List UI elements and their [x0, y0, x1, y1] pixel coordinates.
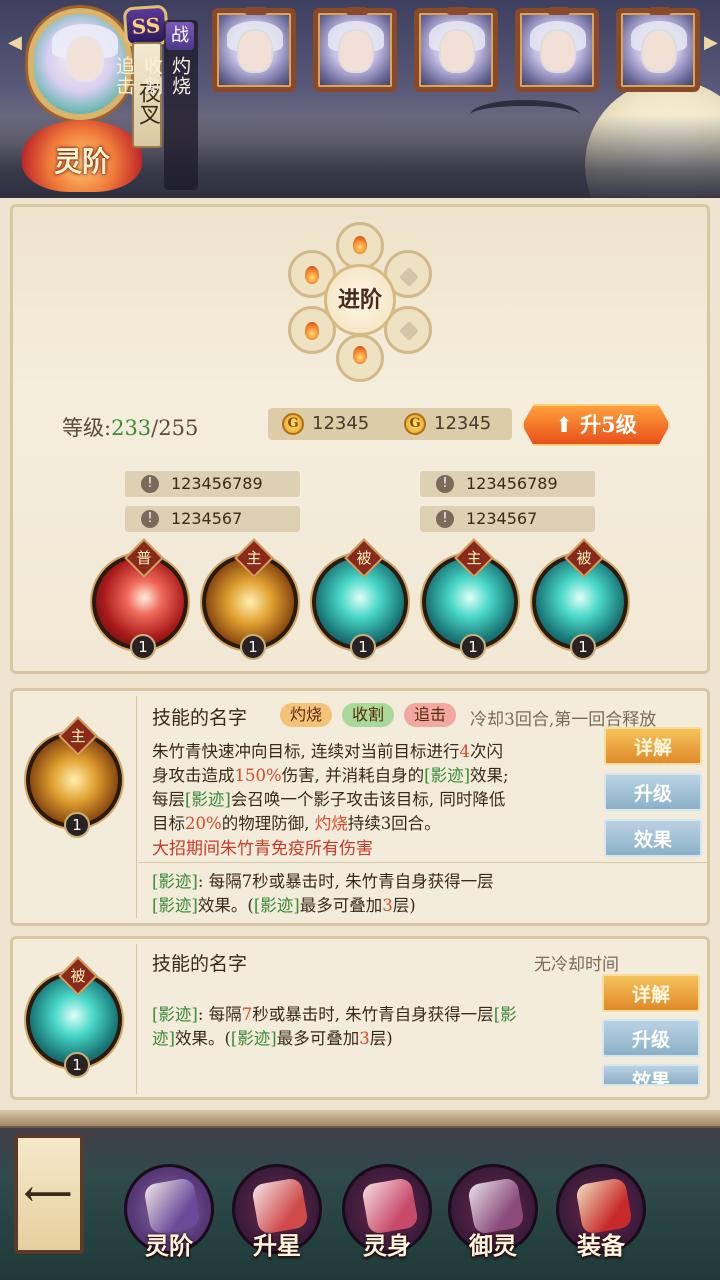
trait-list: 灼烧 收割 追击 — [113, 56, 194, 96]
advance-label[interactable]: 进阶 — [324, 264, 396, 336]
roster-hero-avatar[interactable] — [414, 7, 498, 92]
nav-label: 装备 — [577, 1231, 625, 1260]
trait-item: 追击 — [113, 56, 135, 96]
skill-level: 1 — [460, 634, 486, 660]
stat-value: 1234567 — [171, 509, 243, 528]
tag-chase: 追击 — [404, 703, 457, 727]
nav-label: 灵阶 — [145, 1231, 193, 1260]
role-badge: 战 — [166, 22, 194, 50]
skill-icon-normal[interactable]: 普1 — [92, 538, 188, 660]
trait-item: 灼烧 — [169, 56, 191, 96]
roster-hero-avatar[interactable] — [313, 7, 397, 92]
stage-label: 灵阶 — [53, 145, 110, 178]
stat-pill: ! 123456789 — [125, 471, 300, 497]
skill-icon-active[interactable]: 主1 — [202, 538, 298, 660]
detail-button[interactable]: 详解 — [604, 727, 702, 765]
skill-level: 1 — [130, 634, 156, 660]
tag-burn: 灼烧 — [280, 703, 333, 727]
nav-label: 灵身 — [363, 1231, 411, 1260]
upgrade-5-levels-button[interactable]: ⬆ 升5级 — [522, 404, 670, 446]
skill-level: 1 — [64, 1052, 90, 1078]
tag-harvest: 收割 — [342, 703, 395, 727]
skill-icon-passive[interactable]: 被1 — [312, 538, 408, 660]
skill-cooldown: 无冷却时间 — [534, 955, 619, 975]
flame-icon — [305, 322, 319, 340]
skill-level: 1 — [240, 634, 266, 660]
effect-button[interactable]: 效果 — [602, 1064, 700, 1086]
skill-icon-active[interactable]: 主1 — [422, 538, 518, 660]
detail-button[interactable]: 详解 — [602, 974, 700, 1012]
skill-description: 朱竹青快速冲向目标, 连续对当前目标进行4次闪 身攻击造成150%伤害, 并消耗… — [152, 742, 509, 833]
scroll-left-icon[interactable]: ◀ — [8, 32, 22, 53]
level-label: 等级: — [62, 416, 112, 440]
defense-icon: ! — [141, 510, 159, 528]
roster-hero-avatar[interactable] — [212, 7, 296, 92]
cost-pill: G 12345 G 12345 — [268, 408, 512, 440]
attack-icon: ! — [436, 475, 454, 493]
trait-item: 收割 — [141, 56, 163, 96]
skill-special-note: 大招期间朱竹青免疫所有伤害 — [152, 839, 373, 859]
upgrade-skill-button[interactable]: 升级 — [604, 773, 702, 811]
upgrade-button-label: 升5级 — [580, 412, 637, 437]
effect-button[interactable]: 效果 — [604, 819, 702, 857]
nav-label: 御灵 — [469, 1231, 517, 1260]
scroll-right-icon[interactable]: ▶ — [704, 32, 718, 53]
upgrade-skill-button[interactable]: 升级 — [602, 1019, 700, 1057]
level-display: 等级:233/255 — [62, 412, 198, 442]
skill-level: 1 — [64, 812, 90, 838]
stat-value: 123456789 — [171, 474, 263, 493]
roster-hero-avatar[interactable] — [616, 7, 700, 92]
skill-name: 技能的名字 — [152, 953, 248, 975]
skill-level: 1 — [570, 634, 596, 660]
stat-pill: ! 123456789 — [420, 471, 595, 497]
stat-value: 1234567 — [466, 509, 538, 528]
flame-icon — [353, 346, 367, 364]
skill-icon-passive[interactable]: 被1 — [532, 538, 628, 660]
stat-pill: ! 1234567 — [125, 506, 300, 532]
gold-coin-icon: G — [404, 413, 426, 435]
nav-label: 升星 — [253, 1231, 301, 1260]
back-arrow-icon[interactable]: ⟵ — [20, 1176, 76, 1212]
roster-hero-avatar[interactable] — [515, 7, 599, 92]
skill-name: 技能的名字 — [152, 707, 248, 729]
level-max: /255 — [151, 416, 199, 440]
attack-icon: ! — [141, 475, 159, 493]
skill-description: [影迹]: 每隔7秒或暴击时, 朱竹青自身获得一层[影 迹]效果。([影迹]最多… — [152, 1005, 517, 1048]
stat-pill: ! 1234567 — [420, 506, 595, 532]
flame-icon — [305, 266, 319, 284]
stat-value: 123456789 — [466, 474, 558, 493]
cost-value: 12345 — [434, 413, 492, 434]
skill-effect-note: [影迹]: 每隔7秒或暴击时, 朱竹青自身获得一层 [影迹]效果。([影迹]最多… — [152, 872, 494, 915]
cost-value: 12345 — [312, 413, 370, 434]
advance-emblem[interactable]: 进阶 — [288, 222, 432, 382]
skill-card-icon: 被1 — [26, 956, 122, 1078]
flame-icon — [353, 236, 367, 254]
skill-card-icon: 主1 — [26, 716, 122, 838]
defense-icon: ! — [436, 510, 454, 528]
level-current: 233 — [111, 416, 152, 440]
gold-coin-icon: G — [282, 413, 304, 435]
skill-level: 1 — [350, 634, 376, 660]
